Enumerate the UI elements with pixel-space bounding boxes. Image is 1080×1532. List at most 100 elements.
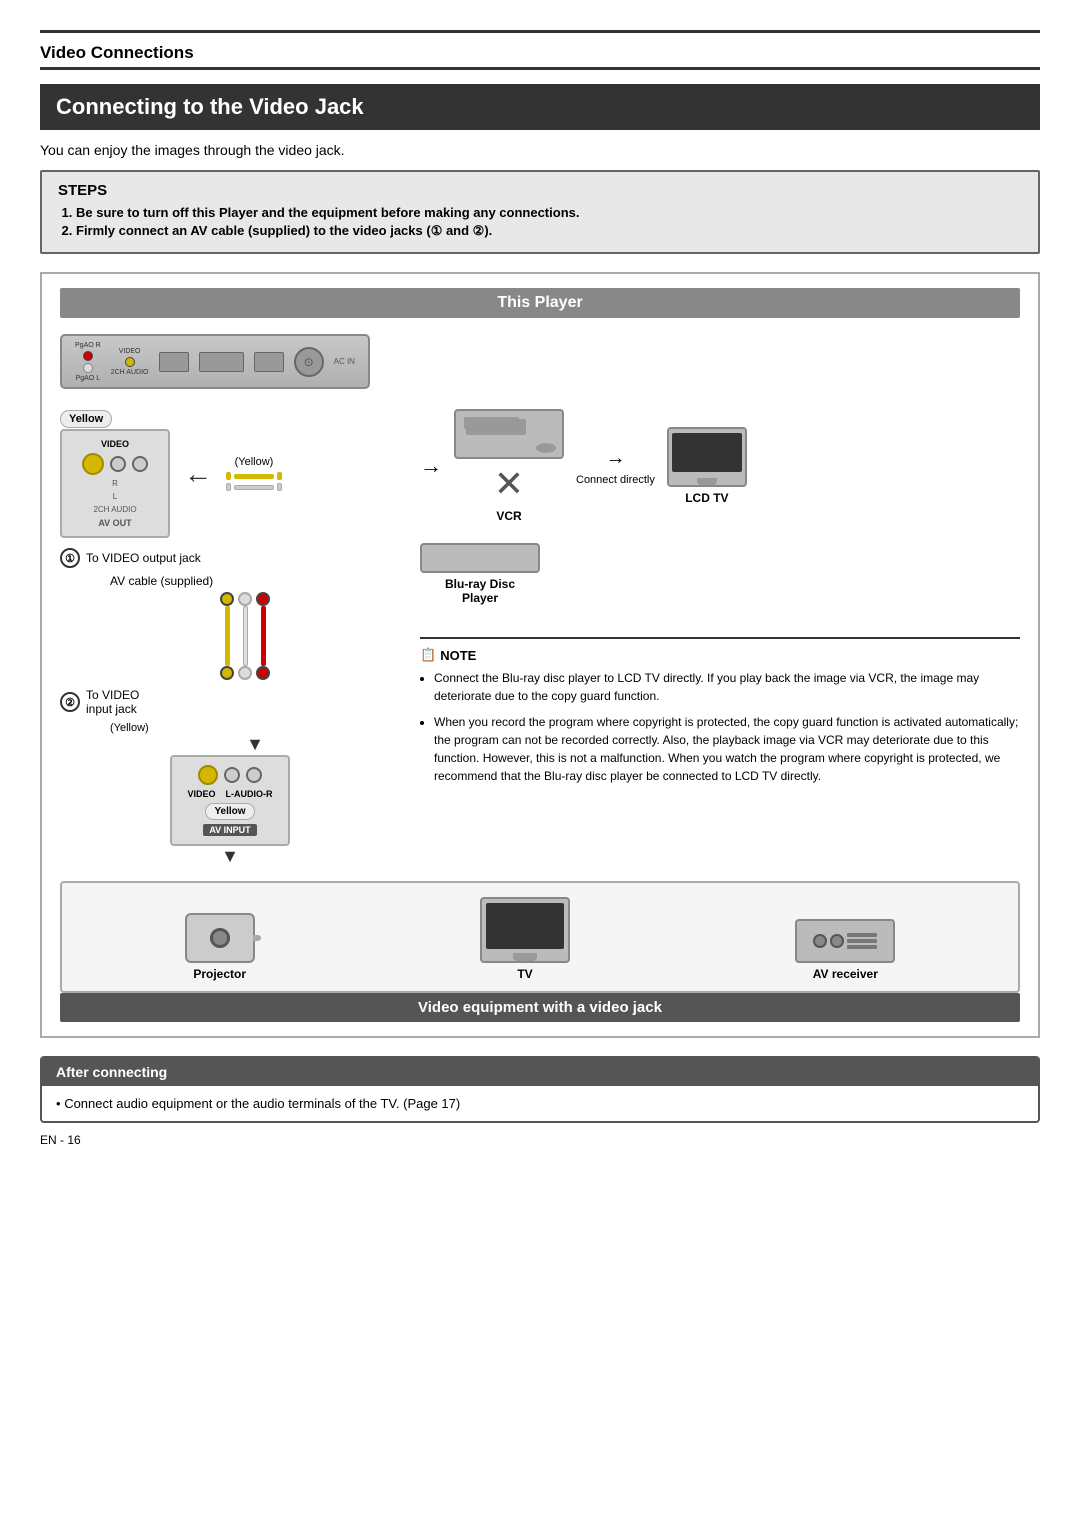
vcr-icon: [454, 409, 564, 459]
av-cable-visual: [90, 592, 400, 680]
arrow-right-to-devices: →: [420, 453, 442, 479]
av-input-label: AV INPUT: [203, 824, 256, 836]
after-connecting-text: Connect audio equipment or the audio ter…: [64, 1096, 460, 1111]
cable-end-r-bot: [256, 666, 270, 680]
step-2: Firmly connect an AV cable (supplied) to…: [76, 223, 1022, 239]
tv-label: TV: [517, 967, 532, 981]
diagram-wrapper: This Player PgAO R PgAO L VIDEO 2CH AUDI…: [40, 272, 1040, 1038]
player-back-panel: PgAO R PgAO L VIDEO 2CH AUDIO ⊙ AC IN: [60, 334, 370, 389]
panel-label-l: PgAO L: [76, 375, 101, 382]
bluray-device-box: Blu-ray Disc Player: [420, 543, 540, 605]
step2-text: To VIDEO input jack: [86, 688, 139, 716]
av-input-labels: VIDEO L-AUDIO-R: [187, 789, 272, 799]
tv-device-box: TV: [480, 897, 570, 981]
cable-end-w-top: [238, 592, 252, 606]
panel-hdmi: [199, 352, 244, 372]
yellow-label3: (Yellow): [110, 722, 400, 734]
panel-label-audio2: 2CH AUDIO: [111, 369, 149, 376]
vcr-slot: [464, 417, 519, 429]
yellow-tag-left: Yellow: [60, 410, 112, 428]
projector-nozzle: [253, 935, 261, 941]
cable-end-r-top: [256, 592, 270, 606]
vcr-device-box: ✕ VCR: [454, 409, 564, 523]
right-column: → ✕ VCR → Connect directly: [420, 409, 1020, 793]
projector-label: Projector: [193, 967, 246, 981]
bluray-icon: [420, 543, 540, 573]
lcd-tv-device-box: LCD TV: [667, 427, 747, 505]
av-input-box: VIDEO L-AUDIO-R Yellow AV INPUT: [170, 755, 290, 846]
note-list: Connect the Blu-ray disc player to LCD T…: [434, 669, 1020, 785]
panel-jack-group-video: VIDEO 2CH AUDIO: [111, 348, 149, 376]
audio-jack-l: [132, 456, 148, 472]
yellow-label-left: Yellow VIDEO R L 2CH AUDIO AV OUT: [60, 409, 170, 538]
video-label-top: VIDEO: [101, 439, 129, 449]
cable-body-y: [234, 474, 274, 479]
av-btn-2: [847, 939, 877, 943]
arrow-down-av: ▼: [110, 734, 400, 755]
av-input-jack-yellow: [198, 765, 218, 785]
cable-tip-y: [226, 472, 231, 480]
projector-lens: [210, 928, 230, 948]
av-receiver-controls: [813, 933, 877, 949]
video-text: VIDEO: [187, 789, 215, 799]
step1-item: ① To VIDEO output jack: [60, 548, 400, 568]
after-connecting-box: After connecting • Connect audio equipme…: [40, 1056, 1040, 1123]
video-jack-banner: Video equipment with a video jack: [60, 993, 1020, 1022]
vcr-x-mark: ✕: [494, 463, 524, 505]
step2-item: ② To VIDEO input jack: [60, 688, 400, 716]
av-knob-1: [813, 934, 827, 948]
tv-stand: [513, 953, 537, 961]
cable-white: [238, 592, 252, 680]
av-cable-label: AV cable (supplied): [110, 574, 400, 588]
intro-text: You can enjoy the images through the vid…: [40, 142, 1040, 158]
bluray-row: Blu-ray Disc Player: [420, 543, 1020, 605]
steps-title: STEPS: [58, 182, 1022, 199]
after-connecting-header: After connecting: [42, 1058, 1038, 1086]
connect-directly-label: Connect directly: [576, 474, 655, 486]
l-label: L: [113, 492, 117, 501]
tv-screen: [486, 903, 564, 949]
cable-tip-y2: [277, 472, 282, 480]
panel-jack-yellow: [125, 357, 135, 367]
bluray-label: Blu-ray Disc Player: [445, 577, 515, 605]
r-label: R: [112, 479, 118, 488]
steps-box: STEPS Be sure to turn off this Player an…: [40, 170, 1040, 254]
lcd-arrow-group: → Connect directly: [576, 447, 655, 486]
av-receiver-label: AV receiver: [813, 967, 878, 981]
note-icon: 📋: [420, 647, 436, 663]
cable-wire-r: [261, 606, 266, 666]
bottom-devices-row: Projector TV: [60, 881, 1020, 993]
cable-end-y-bot: [220, 666, 234, 680]
audio-jack-r: [110, 456, 126, 472]
cable-red: [256, 592, 270, 680]
note-item-2: When you record the program where copyri…: [434, 713, 1020, 785]
panel-optical: [159, 352, 189, 372]
section-title: Video Connections: [40, 30, 1040, 70]
video-jack-yellow: [82, 453, 104, 475]
panel-jack-red: [83, 351, 93, 361]
cable-end-w-bot: [238, 666, 252, 680]
cable-end-y-top: [220, 592, 234, 606]
note-title: 📋 NOTE: [420, 647, 1020, 663]
cable-tip-w: [226, 483, 231, 491]
panel-label-video: VIDEO: [119, 348, 141, 355]
cable-yellow: [220, 592, 234, 680]
projector-device-box: Projector: [185, 913, 255, 981]
projector-icon: [185, 913, 255, 963]
diagram-main: Yellow VIDEO R L 2CH AUDIO AV OUT: [60, 409, 1020, 867]
left-column: Yellow VIDEO R L 2CH AUDIO AV OUT: [60, 409, 400, 867]
panel-jack-group-audio: PgAO R PgAO L: [75, 342, 101, 382]
bullet-dot: •: [56, 1096, 61, 1111]
step-1: Be sure to turn off this Player and the …: [76, 205, 1022, 220]
step2-circle: ②: [60, 692, 80, 712]
vcr-row: → ✕ VCR → Connect directly: [420, 409, 1020, 523]
jack-row: [82, 453, 148, 475]
av-receiver-icon: [795, 919, 895, 963]
cable-connector-area: (Yellow): [226, 456, 282, 491]
av-btn-1: [847, 933, 877, 937]
note-box: 📋 NOTE Connect the Blu-ray disc player t…: [420, 637, 1020, 793]
cable-visual-w: [226, 483, 282, 491]
panel-ac-label: AC IN: [334, 357, 355, 366]
step1-circle: ①: [60, 548, 80, 568]
av-knob-2: [830, 934, 844, 948]
